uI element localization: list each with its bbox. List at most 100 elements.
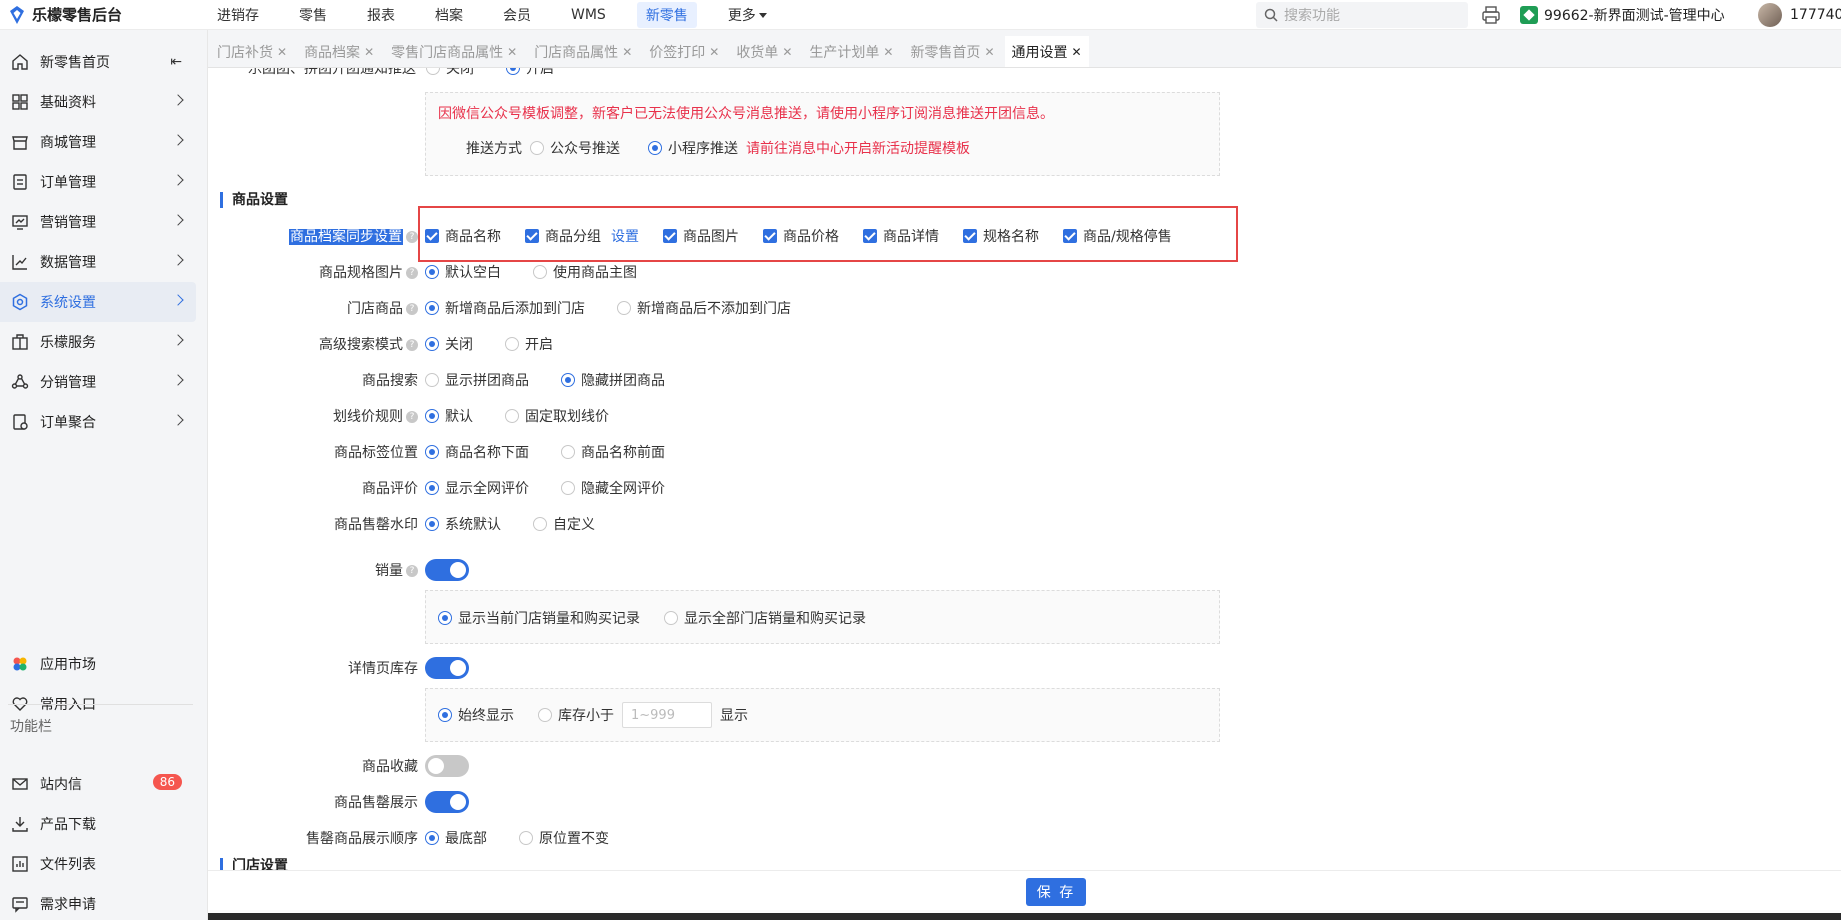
stock-below-radio[interactable]: 库存小于 <box>538 705 614 725</box>
soldout-show-toggle[interactable] <box>425 791 469 813</box>
goods-review-option-1-radio[interactable]: 显示全网评价 <box>425 478 529 498</box>
app-logo[interactable]: 乐檬零售后台 <box>0 4 208 25</box>
stock-threshold-placeholder: 1~999 <box>631 707 675 723</box>
nav-inventory[interactable]: 进销存 <box>208 2 268 28</box>
soldout-keep-position-radio[interactable]: 原位置不变 <box>519 828 609 848</box>
store-goods-option-1-radio[interactable]: 新增商品后添加到门店 <box>425 298 585 318</box>
goods-search-option-1-radio[interactable]: 显示拼团商品 <box>425 370 529 390</box>
help-icon[interactable]: ? <box>406 565 418 577</box>
sidebar-item-lemeng-service[interactable]: 乐檬服务 <box>0 322 196 362</box>
save-button[interactable]: 保 存 <box>1026 878 1086 906</box>
stock-toggle[interactable] <box>425 657 469 679</box>
tab-goods-archive[interactable]: 商品档案 ✕ <box>297 36 382 67</box>
goods-review-option-2-radio[interactable]: 隐藏全网评价 <box>561 478 665 498</box>
sync-goods-group-checkbox[interactable]: 商品分组 设置 <box>525 226 639 246</box>
sidebar-item-app-market[interactable]: 应用市场 <box>0 644 196 684</box>
push-method-hint[interactable]: 请前往消息中心开启新活动提醒模板 <box>746 138 970 158</box>
nav-archives[interactable]: 档案 <box>426 2 472 28</box>
tab-price-label-print[interactable]: 价签打印 ✕ <box>642 36 727 67</box>
soldout-watermark-option-2-radio[interactable]: 自定义 <box>533 514 595 534</box>
help-icon[interactable]: ? <box>406 231 418 243</box>
store-goods-option-2-radio[interactable]: 新增商品后不添加到门店 <box>617 298 791 318</box>
search-input[interactable]: 搜索功能 <box>1256 2 1468 28</box>
close-icon[interactable]: ✕ <box>782 45 792 59</box>
tab-store-replenish[interactable]: 门店补货 ✕ <box>210 36 295 67</box>
group-notify-label: 乐团团、拼团开团通知推送 <box>248 68 416 77</box>
nav-reports[interactable]: 报表 <box>358 2 404 28</box>
sidebar-item-marketing[interactable]: 营销管理 <box>0 202 196 242</box>
nav-more[interactable]: 更多 <box>719 2 776 28</box>
sales-all-stores-radio[interactable]: 显示全部门店销量和购买记录 <box>664 608 866 628</box>
tab-general-settings[interactable]: 通用设置 ✕ <box>1004 36 1089 67</box>
sidebar-item-messages[interactable]: 站内信 86 <box>0 764 196 804</box>
sync-stop-sale-checkbox[interactable]: 商品/规格停售 <box>1063 226 1172 246</box>
tab-store-goods-attr[interactable]: 门店商品属性 ✕ <box>527 36 640 67</box>
stock-always-show-radio[interactable]: 始终显示 <box>438 705 514 725</box>
sidebar-item-file-list[interactable]: 文件列表 <box>0 844 196 884</box>
goods-search-label-text: 商品搜索 <box>362 373 418 389</box>
sidebar-item-orders[interactable]: 订单管理 <box>0 162 196 202</box>
sales-label-text: 销量 <box>375 563 403 579</box>
sidebar-item-distribution[interactable]: 分销管理 <box>0 362 196 402</box>
collapse-sidebar-icon[interactable]: ⇤ <box>170 54 182 70</box>
push-mini-program-radio[interactable]: 小程序推送 <box>648 138 738 158</box>
soldout-bottom-radio[interactable]: 最底部 <box>425 828 487 848</box>
close-icon[interactable]: ✕ <box>277 45 287 59</box>
close-icon[interactable]: ✕ <box>883 45 893 59</box>
sync-goods-image-checkbox[interactable]: 商品图片 <box>663 226 739 246</box>
sync-goods-name-checkbox[interactable]: 商品名称 <box>425 226 501 246</box>
close-icon[interactable]: ✕ <box>984 45 994 59</box>
sales-current-store-radio[interactable]: 显示当前门店销量和购买记录 <box>438 608 640 628</box>
nav-retail[interactable]: 零售 <box>290 2 336 28</box>
tab-retail-store-goods-attr[interactable]: 零售门店商品属性 ✕ <box>384 36 525 67</box>
sidebar-item-data[interactable]: 数据管理 <box>0 242 196 282</box>
sidebar-item-mall[interactable]: 商城管理 <box>0 122 196 162</box>
strike-price-option-1-radio[interactable]: 默认 <box>425 406 473 426</box>
sales-toggle[interactable] <box>425 559 469 581</box>
strike-price-option-2-radio[interactable]: 固定取划线价 <box>505 406 609 426</box>
soldout-watermark-option-1-radio[interactable]: 系统默认 <box>425 514 501 534</box>
advanced-search-option-1-radio[interactable]: 关闭 <box>425 334 473 354</box>
help-icon[interactable]: ? <box>406 303 418 315</box>
group-settings-link[interactable]: 设置 <box>611 226 639 246</box>
close-icon[interactable]: ✕ <box>507 45 517 59</box>
nav-new-retail[interactable]: 新零售 <box>636 1 697 28</box>
sidebar-item-basic-data[interactable]: 基础资料 <box>0 82 196 122</box>
sync-spec-name-checkbox[interactable]: 规格名称 <box>963 226 1039 246</box>
help-icon[interactable]: ? <box>406 411 418 423</box>
close-icon[interactable]: ✕ <box>1072 45 1082 59</box>
checkbox-box <box>863 229 877 243</box>
help-icon[interactable]: ? <box>406 267 418 279</box>
tab-production-plan[interactable]: 生产计划单 ✕ <box>802 36 901 67</box>
sidebar-item-new-retail-home[interactable]: 新零售首页 ⇤ <box>0 42 196 82</box>
sync-goods-detail-checkbox[interactable]: 商品详情 <box>863 226 939 246</box>
strike-price-label-text: 划线价规则 <box>333 409 403 425</box>
tag-position-option-1-radio[interactable]: 商品名称下面 <box>425 442 529 462</box>
sync-goods-price-checkbox[interactable]: 商品价格 <box>763 226 839 246</box>
help-icon[interactable]: ? <box>406 339 418 351</box>
group-notify-on-radio[interactable]: 开启 <box>506 68 554 78</box>
printer-icon[interactable] <box>1480 4 1502 26</box>
sidebar-item-order-aggregation[interactable]: 订单聚合 <box>0 402 196 442</box>
store-switcher[interactable]: 99662-新界面测试-管理中心 <box>1520 5 1725 25</box>
close-icon[interactable]: ✕ <box>709 45 719 59</box>
nav-wms[interactable]: WMS <box>562 4 615 26</box>
user-menu[interactable]: 1777400 <box>1758 3 1841 27</box>
sidebar-item-downloads[interactable]: 产品下载 <box>0 804 196 844</box>
close-icon[interactable]: ✕ <box>622 45 632 59</box>
tab-receipt[interactable]: 收货单 ✕ <box>729 36 800 67</box>
spec-image-option-2-radio[interactable]: 使用商品主图 <box>533 262 637 282</box>
favorite-toggle[interactable] <box>425 755 469 777</box>
stock-threshold-input[interactable]: 1~999 <box>622 702 712 728</box>
advanced-search-option-2-radio[interactable]: 开启 <box>505 334 553 354</box>
goods-search-option-2-radio[interactable]: 隐藏拼团商品 <box>561 370 665 390</box>
sidebar-item-requests[interactable]: 需求申请 <box>0 884 196 920</box>
push-official-account-radio[interactable]: 公众号推送 <box>530 138 620 158</box>
tab-new-retail-home[interactable]: 新零售首页 ✕ <box>903 36 1002 67</box>
nav-members[interactable]: 会员 <box>494 2 540 28</box>
group-notify-off-radio[interactable]: 关闭 <box>426 68 474 78</box>
sidebar-item-system-settings[interactable]: 系统设置 <box>0 282 196 322</box>
spec-image-option-1-radio[interactable]: 默认空白 <box>425 262 501 282</box>
tag-position-option-2-radio[interactable]: 商品名称前面 <box>561 442 665 462</box>
close-icon[interactable]: ✕ <box>364 45 374 59</box>
